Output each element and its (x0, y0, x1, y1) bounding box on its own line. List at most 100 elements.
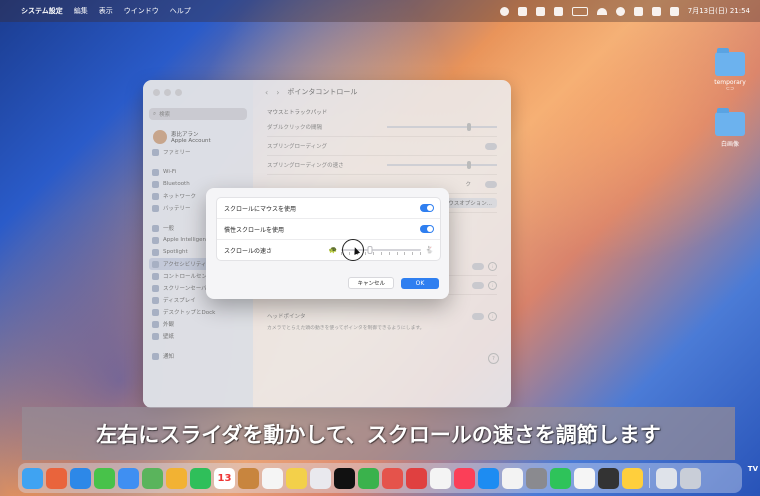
wifi-icon (152, 168, 159, 176)
contacts-icon[interactable] (238, 467, 259, 489)
window-controls (153, 89, 182, 96)
hidden-toggle-2[interactable] (472, 281, 484, 289)
dock: 13 (18, 463, 742, 493)
menu-help[interactable]: ヘルプ (170, 6, 191, 16)
double-click-row: ダブルクリックの間隔 (267, 118, 497, 137)
scroll-options-sheet: スクロールにマウスを使用 慣性スクロールを使用 スクロールの速さ 🐢 🐇 キャン… (206, 188, 449, 299)
sidebar-item-label: ファミリー (163, 150, 191, 156)
minimize-button[interactable] (164, 89, 171, 96)
xcode-icon[interactable] (502, 467, 523, 489)
sidebar-search-input[interactable]: ⌕ 検索 (149, 108, 247, 120)
folder-icon (715, 108, 745, 136)
photo-booth-icon[interactable] (406, 467, 427, 489)
head-pointer-toggle[interactable] (472, 312, 484, 320)
app-store-icon[interactable] (478, 467, 499, 489)
slider-tick (396, 252, 398, 255)
double-click-slider[interactable] (387, 123, 497, 131)
folder-icon (715, 48, 745, 76)
sidebar-item-notifications[interactable]: 通知 (149, 350, 247, 362)
back-chevron-icon[interactable]: ‹ (265, 88, 268, 97)
zoom-button[interactable] (175, 89, 182, 96)
pages-icon[interactable] (430, 467, 451, 489)
bluetooth-icon[interactable] (615, 6, 625, 16)
sidebar-item-family[interactable]: ファミリー (149, 146, 247, 158)
volume-icon[interactable] (553, 6, 563, 16)
info-icon[interactable]: i (488, 261, 497, 271)
desktop-folder-temporary[interactable]: temporary ⊂⊃ (700, 48, 760, 92)
gear-icon (152, 224, 159, 232)
slider-tick (420, 252, 422, 255)
menu-edit[interactable]: 編集 (74, 6, 88, 16)
tv-icon[interactable] (334, 467, 355, 489)
menu-view[interactable]: 表示 (99, 6, 113, 16)
forward-chevron-icon[interactable]: › (276, 88, 279, 97)
sparkle-icon (152, 236, 159, 244)
finder-icon[interactable] (22, 467, 43, 489)
menu-window[interactable]: ウインドウ (124, 6, 159, 16)
display-icon (152, 296, 159, 304)
messages-icon[interactable] (94, 467, 115, 489)
music-icon[interactable] (454, 467, 475, 489)
maps-icon[interactable] (142, 467, 163, 489)
help-button[interactable]: ? (488, 353, 499, 364)
inertia-scroll-toggle[interactable] (420, 225, 434, 233)
bell-icon (152, 352, 159, 360)
spring-loading-toggle[interactable] (485, 142, 497, 150)
caption-banner: 左右にスライダを動かして、スクロールの速さを調節します (22, 407, 735, 460)
mouse-options-button[interactable]: ウスオプション... (443, 198, 497, 208)
head-pointer-description: カメラでとらえた頭の動きを使ってポインタを制御できるようにします。 (267, 326, 425, 331)
calendar-icon[interactable]: 13 (214, 467, 235, 489)
page-title: ポインタコントロール (287, 88, 358, 96)
desktop-folder-white-image[interactable]: 白画像 (700, 108, 760, 148)
sidebar-item-wifi[interactable]: Wi-Fi (149, 166, 247, 178)
control-center-icon[interactable] (669, 6, 679, 16)
downloads-icon[interactable] (656, 467, 677, 489)
menu-clock[interactable]: 7月13日(日) 21:54 (688, 6, 750, 16)
dropbox-icon[interactable] (517, 6, 527, 16)
miro-icon[interactable] (622, 467, 643, 489)
trash-icon[interactable] (680, 467, 701, 489)
line-icon[interactable] (550, 467, 571, 489)
freeform-icon[interactable] (310, 467, 331, 489)
mail-icon[interactable] (118, 467, 139, 489)
hidden-toggle-1[interactable] (472, 262, 484, 270)
facetime-icon[interactable] (190, 467, 211, 489)
sidebar-item-label: バッテリー (163, 206, 191, 212)
cancel-button[interactable]: キャンセル (348, 277, 394, 289)
bluetooth-icon (152, 180, 159, 188)
info-icon[interactable]: i (488, 311, 497, 321)
spring-loading-row: スプリングローディング (267, 137, 497, 156)
sidebar-item-desktop-dock[interactable]: デスクトップとDock (149, 306, 247, 318)
content-toolbar: ‹ › ポインタコントロール (253, 80, 511, 104)
reminders-icon[interactable] (262, 467, 283, 489)
system-settings-icon[interactable] (526, 467, 547, 489)
close-button[interactable] (153, 89, 160, 96)
info-icon[interactable]: i (488, 280, 497, 290)
battery-icon[interactable] (571, 6, 588, 16)
partial-toggle[interactable] (485, 180, 497, 188)
search-icon[interactable] (633, 6, 643, 16)
spring-speed-slider[interactable] (387, 161, 497, 169)
slider-knob[interactable] (367, 246, 373, 254)
photos-icon[interactable] (166, 467, 187, 489)
wifi-icon[interactable] (596, 7, 607, 15)
ok-button[interactable]: OK (401, 278, 439, 289)
terminal-icon[interactable] (598, 467, 619, 489)
accessibility-icon (152, 260, 159, 268)
use-mouse-scroll-toggle[interactable] (420, 204, 434, 212)
numbers-icon[interactable] (358, 467, 379, 489)
shield-icon[interactable] (535, 6, 545, 16)
record-icon[interactable] (499, 6, 509, 16)
family-icon (152, 148, 159, 156)
notes-icon[interactable] (286, 467, 307, 489)
sidebar-item-wallpaper[interactable]: 壁紙 (149, 330, 247, 342)
sidebar-user[interactable]: 恵比アラン Apple Account (153, 130, 211, 144)
chatgpt-icon[interactable] (574, 467, 595, 489)
chrome-icon[interactable] (382, 467, 403, 489)
user-icon[interactable] (651, 6, 661, 16)
safari-icon[interactable] (70, 467, 91, 489)
spring-speed-row: スプリングローディングの速さ (267, 156, 497, 175)
menu-app-name[interactable]: システム設定 (21, 6, 63, 16)
sidebar-item-appearance[interactable]: 外観 (149, 318, 247, 330)
launchpad-icon[interactable] (46, 467, 67, 489)
